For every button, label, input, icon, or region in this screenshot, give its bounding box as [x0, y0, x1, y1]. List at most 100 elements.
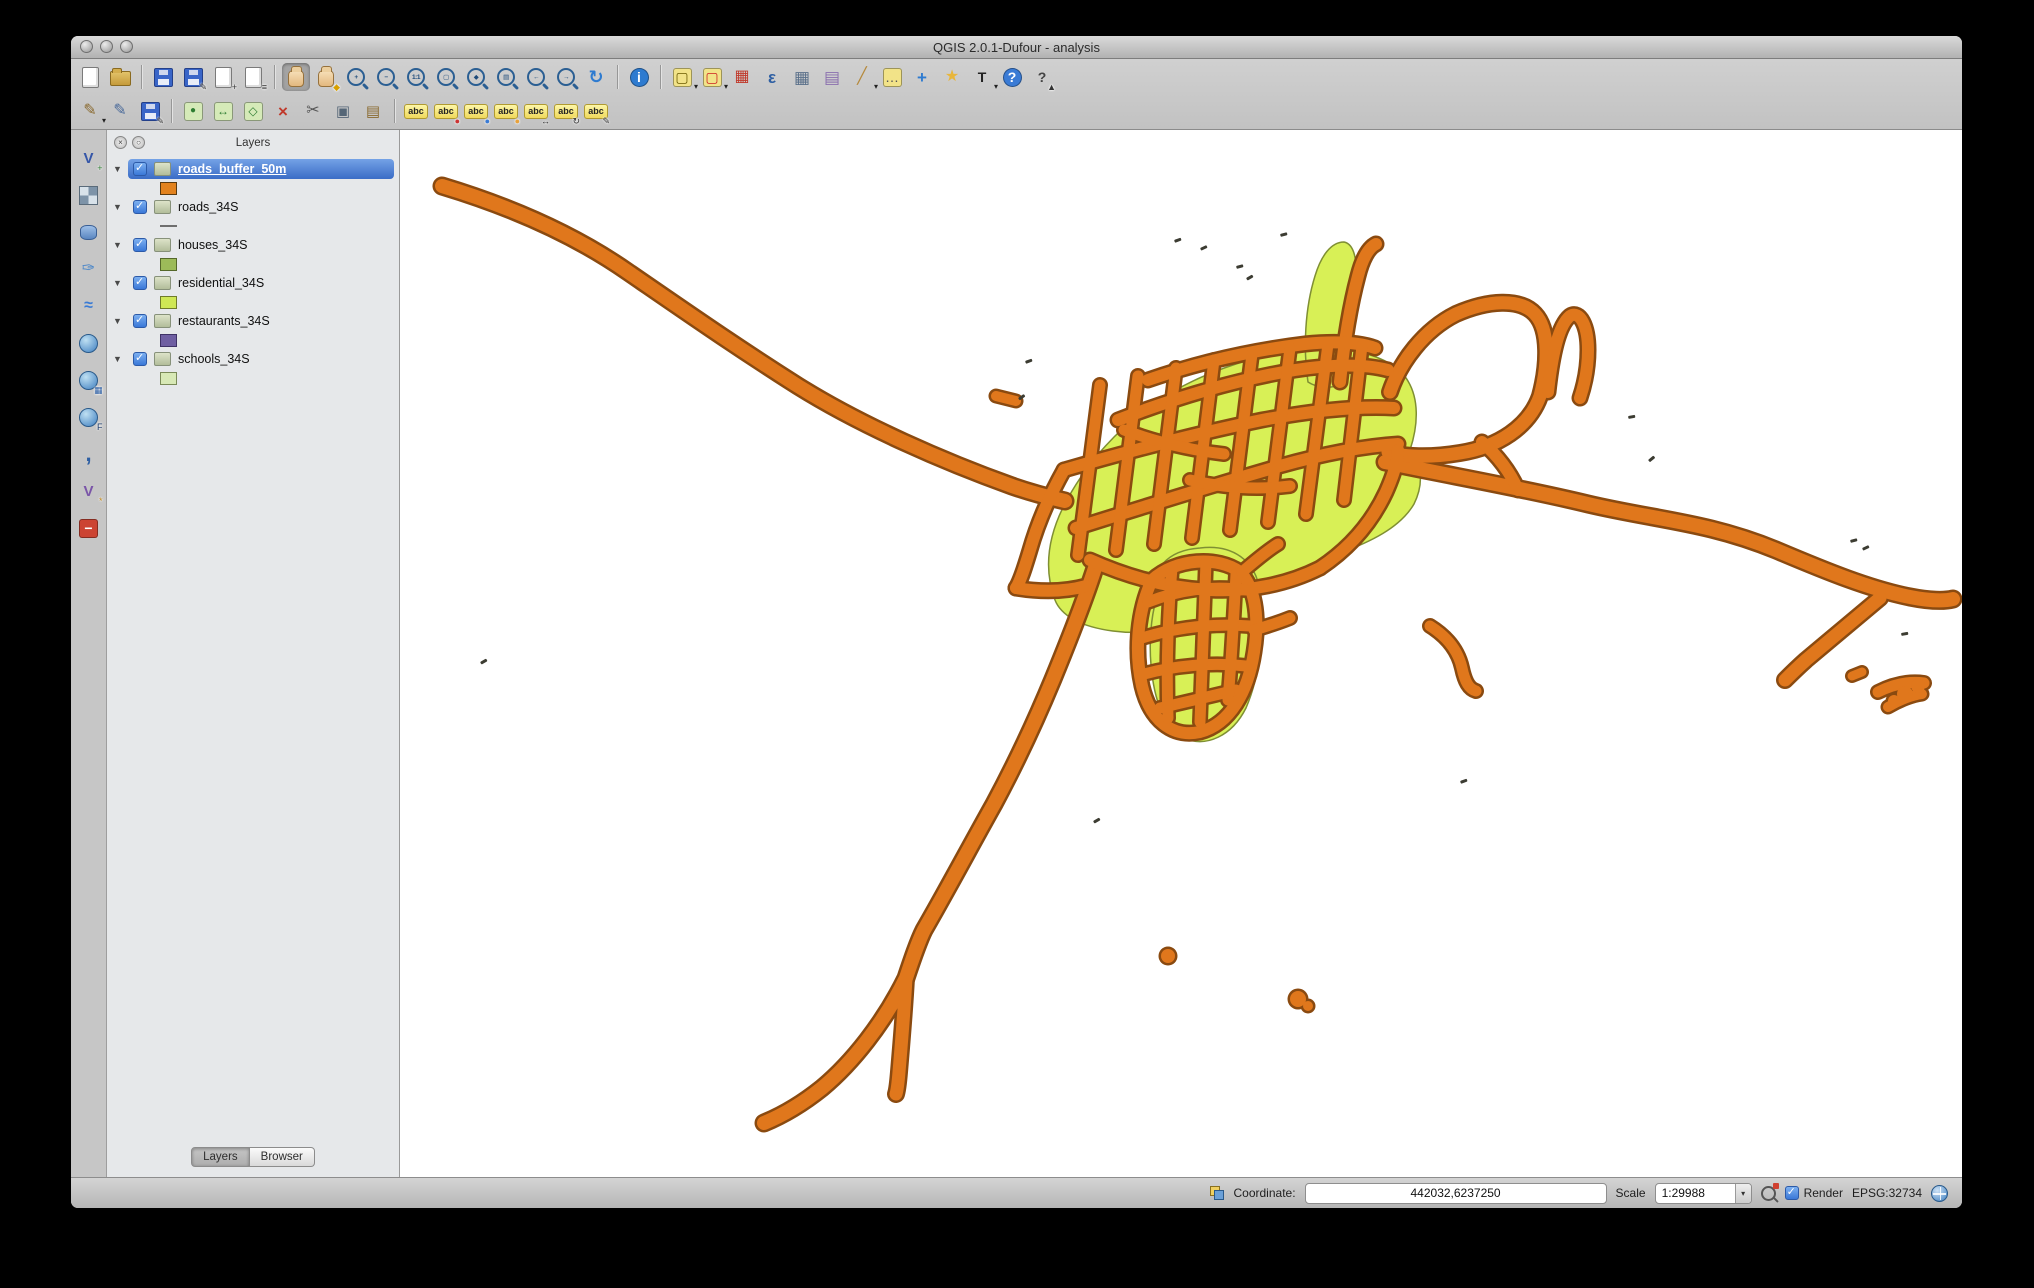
new-project[interactable] — [76, 63, 104, 91]
add-vector-layer[interactable]: V+ — [75, 144, 103, 172]
add-delimited-text-layer[interactable]: , — [75, 440, 103, 468]
layer-row-houses_34S[interactable]: ▼houses_34S — [107, 234, 399, 256]
zoom-native[interactable]: 1:1 — [402, 63, 430, 91]
title-bar[interactable]: QGIS 2.0.1-Dufour - analysis — [71, 36, 1962, 59]
new-shapefile-layer[interactable]: V* — [75, 477, 103, 505]
layer-visibility-checkbox[interactable] — [133, 200, 147, 214]
layer-symbology-swatch[interactable] — [160, 372, 177, 385]
composer-manager[interactable]: ≡ — [239, 63, 267, 91]
node-tool[interactable]: ◇ — [239, 97, 267, 125]
highlight-labels[interactable]: abc● — [492, 97, 520, 125]
add-wfs-layer[interactable]: F — [75, 403, 103, 431]
map-area[interactable] — [400, 130, 1962, 1177]
open-project[interactable] — [106, 63, 134, 91]
field-calculator[interactable]: ε — [758, 63, 786, 91]
current-edits[interactable]: ✎▾ — [76, 97, 104, 125]
pin-labels[interactable]: abc● — [462, 97, 490, 125]
add-postgis-layer[interactable] — [75, 218, 103, 246]
labeling[interactable]: abc — [402, 97, 430, 125]
table-view[interactable]: ▤ — [818, 63, 846, 91]
layer-expand-icon[interactable]: ▼ — [113, 164, 128, 174]
layer-row-restaurants_34S[interactable]: ▼restaurants_34S — [107, 310, 399, 332]
add-mssql-layer[interactable]: ≈ — [75, 292, 103, 320]
map-canvas[interactable] — [400, 130, 1962, 1177]
layer-row-residential_34S[interactable]: ▼residential_34S — [107, 272, 399, 294]
layer-row-roads_34S[interactable]: ▼roads_34S — [107, 196, 399, 218]
layer-label-area[interactable]: houses_34S — [128, 235, 394, 255]
change-label[interactable]: abc✎ — [582, 97, 610, 125]
layer-symbology-swatch[interactable] — [160, 296, 177, 309]
panel-detach-icon[interactable]: ○ — [132, 136, 145, 149]
toggle-editing[interactable]: ✎ — [106, 97, 134, 125]
identify-features[interactable]: i — [625, 63, 653, 91]
render-checkbox[interactable] — [1785, 1186, 1799, 1200]
layer-expand-icon[interactable]: ▼ — [113, 240, 128, 250]
add-raster-layer[interactable] — [75, 181, 103, 209]
crs-status-icon[interactable] — [1931, 1185, 1948, 1202]
rotate-label[interactable]: abc↻ — [552, 97, 580, 125]
move-feature[interactable]: ↔ — [209, 97, 237, 125]
paste-features[interactable]: ▤ — [359, 97, 387, 125]
zoom-window-button[interactable] — [120, 40, 133, 53]
render-toggle[interactable]: Render — [1785, 1186, 1843, 1200]
scale-combo[interactable]: 1:29988 ▾ — [1655, 1183, 1752, 1204]
mouse-position-icon[interactable] — [1209, 1185, 1225, 1201]
save-project-as[interactable]: ✎ — [179, 63, 207, 91]
deselect-features[interactable]: ▢▾ — [698, 63, 726, 91]
zoom-to-layer[interactable]: ▤ — [492, 63, 520, 91]
layer-label-area[interactable]: schools_34S — [128, 349, 394, 369]
help-contents[interactable]: ? — [998, 63, 1026, 91]
new-bookmark[interactable]: + — [908, 63, 936, 91]
save-project[interactable] — [149, 63, 177, 91]
select-features[interactable]: ▢▾ — [668, 63, 696, 91]
zoom-next[interactable]: → — [552, 63, 580, 91]
move-label[interactable]: abc↔ — [522, 97, 550, 125]
layer-expand-icon[interactable]: ▼ — [113, 354, 128, 364]
crs-label[interactable]: EPSG:32734 — [1852, 1186, 1922, 1200]
layer-symbology-swatch[interactable] — [160, 258, 177, 271]
new-print-composer[interactable]: + — [209, 63, 237, 91]
layer-row-roads_buffer_50m[interactable]: ▼roads_buffer_50m — [107, 158, 399, 180]
save-layer-edits[interactable]: ✎ — [136, 97, 164, 125]
layer-symbology-swatch[interactable] — [160, 225, 177, 227]
zoom-full[interactable]: ▢ — [432, 63, 460, 91]
layer-label-area[interactable]: restaurants_34S — [128, 311, 394, 331]
show-bookmarks[interactable]: ★ — [938, 63, 966, 91]
coordinate-input[interactable]: 442032,6237250 — [1305, 1183, 1607, 1204]
zoom-to-selection[interactable]: ◆ — [462, 63, 490, 91]
layer-symbology-swatch[interactable] — [160, 334, 177, 347]
close-window-button[interactable] — [80, 40, 93, 53]
layer-label-area[interactable]: roads_buffer_50m — [128, 159, 394, 179]
panel-close-icon[interactable]: × — [114, 136, 127, 149]
layer-expand-icon[interactable]: ▼ — [113, 316, 128, 326]
delete-selected[interactable]: × — [269, 97, 297, 125]
layer-visibility-checkbox[interactable] — [133, 276, 147, 290]
layer-visibility-checkbox[interactable] — [133, 162, 147, 176]
add-wms-layer[interactable] — [75, 329, 103, 357]
text-annotation[interactable]: T▾ — [968, 63, 996, 91]
pan-map[interactable] — [282, 63, 310, 91]
open-attribute-table[interactable]: ▦ — [788, 63, 816, 91]
layer-expand-icon[interactable]: ▼ — [113, 202, 128, 212]
select-by-form[interactable]: ▦ — [728, 63, 756, 91]
zoom-last[interactable]: ← — [522, 63, 550, 91]
layer-symbology-swatch[interactable] — [160, 182, 177, 195]
panel-tab-layers[interactable]: Layers — [191, 1147, 250, 1167]
add-wcs-layer[interactable]: ▦ — [75, 366, 103, 394]
measure-line[interactable]: ╱▾ — [848, 63, 876, 91]
layer-visibility-checkbox[interactable] — [133, 238, 147, 252]
cut-features[interactable]: ✂ — [299, 97, 327, 125]
refresh-map[interactable]: ↻ — [582, 63, 610, 91]
label-options[interactable]: abc● — [432, 97, 460, 125]
remove-layer[interactable]: − — [75, 514, 103, 542]
copy-features[interactable]: ▣ — [329, 97, 357, 125]
whats-this[interactable]: ?▲ — [1028, 63, 1056, 91]
panel-tab-browser[interactable]: Browser — [250, 1147, 315, 1167]
add-feature[interactable]: ● — [179, 97, 207, 125]
map-tips[interactable]: … — [878, 63, 906, 91]
add-spatialite-layer[interactable]: ✑ — [75, 255, 103, 283]
layer-label-area[interactable]: residential_34S — [128, 273, 394, 293]
layer-visibility-checkbox[interactable] — [133, 314, 147, 328]
scale-combo-arrow-icon[interactable]: ▾ — [1735, 1184, 1751, 1203]
minimize-window-button[interactable] — [100, 40, 113, 53]
